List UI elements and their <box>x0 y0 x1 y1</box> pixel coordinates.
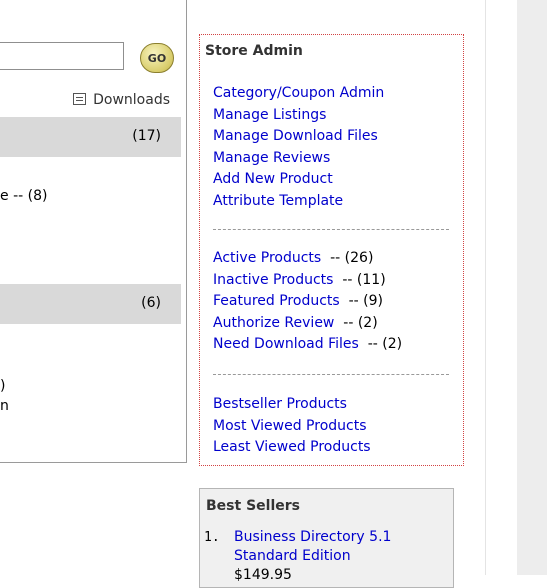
product-link[interactable]: Business Directory 5.1 Standard Edition <box>234 528 391 566</box>
downloads-icon <box>73 93 87 105</box>
store-admin-box: Store Admin Category/Coupon Admin Manage… <box>199 34 464 466</box>
best-sellers-title: Best Sellers <box>206 498 300 514</box>
category-count: (17) <box>132 128 161 144</box>
report-links: Bestseller Products Most Viewed Products… <box>213 394 371 459</box>
store-admin-title: Store Admin <box>205 43 303 59</box>
divider <box>213 229 449 230</box>
downloads-label: Downloads <box>93 92 170 108</box>
need-download-files-count: -- (2) <box>358 336 403 352</box>
scroll-area <box>517 0 547 575</box>
need-download-files-link[interactable]: Need Download Files <box>213 336 359 352</box>
manage-listings-link[interactable]: Manage Listings <box>213 107 326 123</box>
category-bar[interactable]: (6) <box>0 284 181 324</box>
category-bar[interactable]: (17) <box>0 117 181 157</box>
product-status-links: Active Products -- (26) Inactive Product… <box>213 248 402 356</box>
go-button-label: GO <box>147 51 167 65</box>
inactive-products-link[interactable]: Inactive Products <box>213 272 333 288</box>
featured-products-link[interactable]: Featured Products <box>213 293 340 309</box>
inactive-products-count: -- (11) <box>333 271 386 288</box>
most-viewed-products-link[interactable]: Most Viewed Products <box>213 418 367 434</box>
admin-links: Category/Coupon Admin Manage Listings Ma… <box>213 83 384 212</box>
category-count: (6) <box>141 295 161 311</box>
category-coupon-admin-link[interactable]: Category/Coupon Admin <box>213 85 384 101</box>
authorize-review-link[interactable]: Authorize Review <box>213 315 334 331</box>
best-sellers-box: Best Sellers 1. Business Directory 5.1 S… <box>199 488 454 588</box>
product-price: $149.95 <box>234 567 292 583</box>
category-link[interactable]: e -- (8) <box>0 188 47 204</box>
divider <box>213 374 449 375</box>
category-panel: GO Downloads (17) e -- (8) (6) ) n <box>0 0 187 463</box>
list-item: 1. Business Directory 5.1 Standard Editi… <box>204 528 391 585</box>
category-link[interactable]: n <box>0 398 9 414</box>
featured-products-count: -- (9) <box>339 293 383 309</box>
attribute-template-link[interactable]: Attribute Template <box>213 193 343 209</box>
downloads-link[interactable]: Downloads <box>50 92 170 112</box>
search-input[interactable] <box>0 42 124 70</box>
product-name-line2: Standard Edition <box>234 548 351 564</box>
list-item-number: 1. <box>204 530 220 545</box>
page-gutter <box>485 0 518 575</box>
category-link[interactable]: ) <box>0 378 5 394</box>
go-button[interactable]: GO <box>140 43 174 73</box>
add-new-product-link[interactable]: Add New Product <box>213 171 333 187</box>
least-viewed-products-link[interactable]: Least Viewed Products <box>213 439 371 455</box>
active-products-count: -- (26) <box>321 250 374 266</box>
authorize-review-count: -- (2) <box>334 314 378 331</box>
active-products-link[interactable]: Active Products <box>213 250 321 266</box>
manage-download-files-link[interactable]: Manage Download Files <box>213 128 378 144</box>
product-name-line1: Business Directory 5.1 <box>234 529 392 545</box>
bestseller-products-link[interactable]: Bestseller Products <box>213 396 347 412</box>
manage-reviews-link[interactable]: Manage Reviews <box>213 150 330 166</box>
